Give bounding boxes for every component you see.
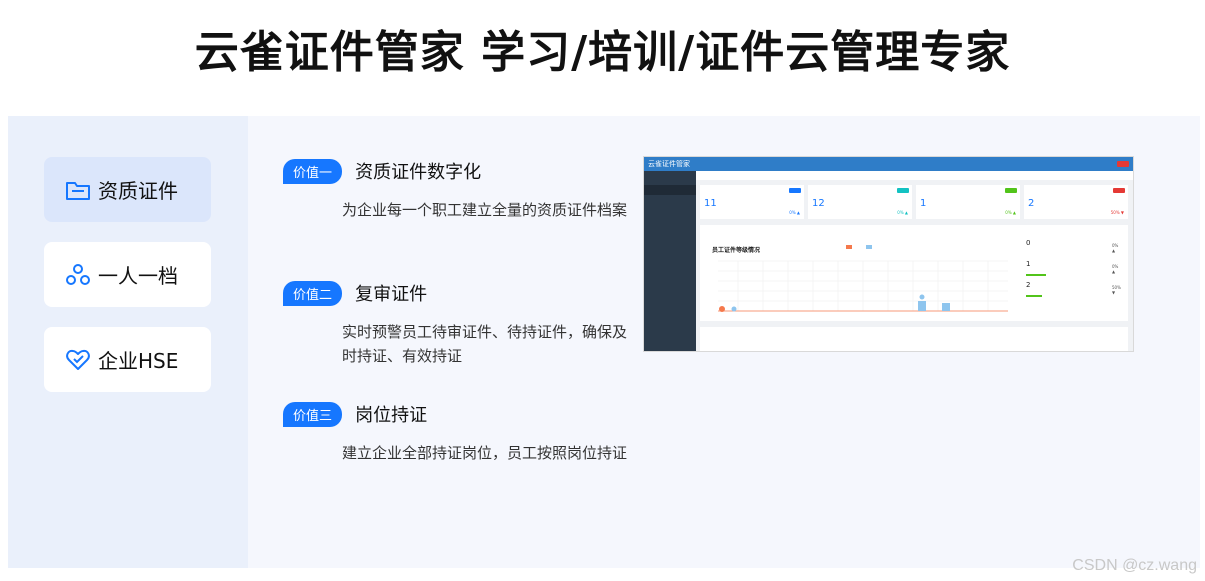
value-description: 实时预警员工待审证件、待持证件，确保及时持证、有效持证 (342, 323, 628, 365)
dashboard-menu-item (644, 245, 696, 255)
side-stat-value: 0 (1026, 239, 1031, 247)
value-block-2: 价值二 复审证件 实时预警员工待审证件、待持证件，确保及时持证、有效持证 (283, 280, 643, 368)
dashboard-stat-card: 11 0% ▲ (700, 185, 804, 219)
sidebar-item-one-person-one-file[interactable]: 一人一档 (44, 242, 211, 307)
chart-plot (718, 260, 1008, 312)
value-description: 为企业每一个职工建立全量的资质证件档案 (342, 201, 628, 219)
chart-legend (846, 245, 886, 251)
stat-value: 2 (1028, 198, 1035, 209)
dashboard-menu-item (644, 221, 696, 231)
stat-tag (1113, 188, 1125, 193)
logout-button (1117, 161, 1129, 167)
folder-icon (64, 176, 92, 204)
people-icon (64, 261, 92, 289)
page-title: 云雀证件管家 学习/培训/证件云管理专家 (194, 27, 1011, 78)
side-stat: 0 0% ▲ (1026, 239, 1118, 253)
value-badge: 价值三 (283, 401, 343, 427)
dashboard-sidebar (644, 171, 696, 351)
dashboard-chart-card: 员工证件等级情况 0 0% ▲ 1 0% ▲ 2 50% ▼ (700, 225, 1128, 321)
dashboard-stat-card: 12 0% ▲ (808, 185, 912, 219)
side-stat-percent: 50% ▼ (1112, 285, 1121, 295)
stat-percent: 0% ▲ (1005, 210, 1016, 215)
dashboard-menu-item (644, 257, 696, 267)
value-title: 资质证件数字化 (355, 162, 482, 183)
dashboard-stat-card: 2 50% ▼ (1024, 185, 1128, 219)
dashboard-topbar: 云雀证件管家 (644, 157, 1133, 171)
dashboard-tabs (696, 171, 1133, 180)
stat-tag (897, 188, 909, 193)
value-description: 建立企业全部持证岗位，员工按照岗位持证 (342, 444, 628, 462)
dashboard-stat-card: 1 0% ▲ (916, 185, 1020, 219)
chart-title: 员工证件等级情况 (712, 247, 761, 254)
value-block-1: 价值一 资质证件数字化 为企业每一个职工建立全量的资质证件档案 (283, 158, 643, 222)
dashboard-screenshot: 云雀证件管家 11 0% ▲ 12 0% ▲ 1 0% ▲ 2 50% ▼ 员工… (643, 156, 1134, 352)
heart-check-icon (64, 346, 92, 374)
value-title: 复审证件 (355, 284, 428, 305)
value-badge: 价值一 (283, 158, 343, 184)
side-stat-percent: 0% ▲ (1112, 243, 1119, 253)
stat-value: 11 (704, 198, 717, 209)
side-stat-bar (1026, 274, 1046, 276)
sidebar-item-label: 资质证件 (98, 179, 178, 203)
sidebar-item-label: 一人一档 (98, 264, 178, 288)
value-block-3: 价值三 岗位持证 建立企业全部持证岗位，员工按照岗位持证 (283, 401, 643, 465)
sidebar-item-enterprise-hse[interactable]: 企业HSE (44, 327, 211, 392)
dashboard-menu-item (644, 173, 696, 183)
stat-percent: 0% ▲ (789, 210, 800, 215)
dashboard-menu-item (644, 185, 696, 195)
stat-value: 12 (812, 198, 825, 209)
dashboard-certificate-table (700, 327, 1128, 351)
dashboard-menu-item (644, 197, 696, 207)
dashboard-menu-item (644, 209, 696, 219)
stat-tag (1005, 188, 1017, 193)
value-title: 岗位持证 (355, 405, 428, 426)
side-stat-value: 2 (1026, 281, 1031, 289)
side-stat-percent: 0% ▲ (1112, 264, 1119, 274)
side-stat-bar (1026, 295, 1042, 297)
side-stat-value: 1 (1026, 260, 1031, 268)
sidebar-item-label: 企业HSE (98, 349, 179, 373)
stat-percent: 50% ▼ (1110, 210, 1124, 215)
dashboard-brand: 云雀证件管家 (648, 160, 690, 168)
value-badge: 价值二 (283, 280, 343, 306)
stat-tag (789, 188, 801, 193)
side-stat: 2 50% ▼ (1026, 281, 1121, 295)
side-stat: 1 0% ▲ (1026, 260, 1118, 274)
watermark: CSDN @cz.wang (1072, 557, 1197, 574)
sidebar-item-qualification-certificates[interactable]: 资质证件 (44, 157, 211, 222)
stat-value: 1 (920, 198, 927, 209)
dashboard-menu-item (644, 233, 696, 243)
stat-percent: 0% ▲ (897, 210, 908, 215)
chart-side-stats: 0 0% ▲ 1 0% ▲ 2 50% ▼ (1022, 239, 1126, 319)
